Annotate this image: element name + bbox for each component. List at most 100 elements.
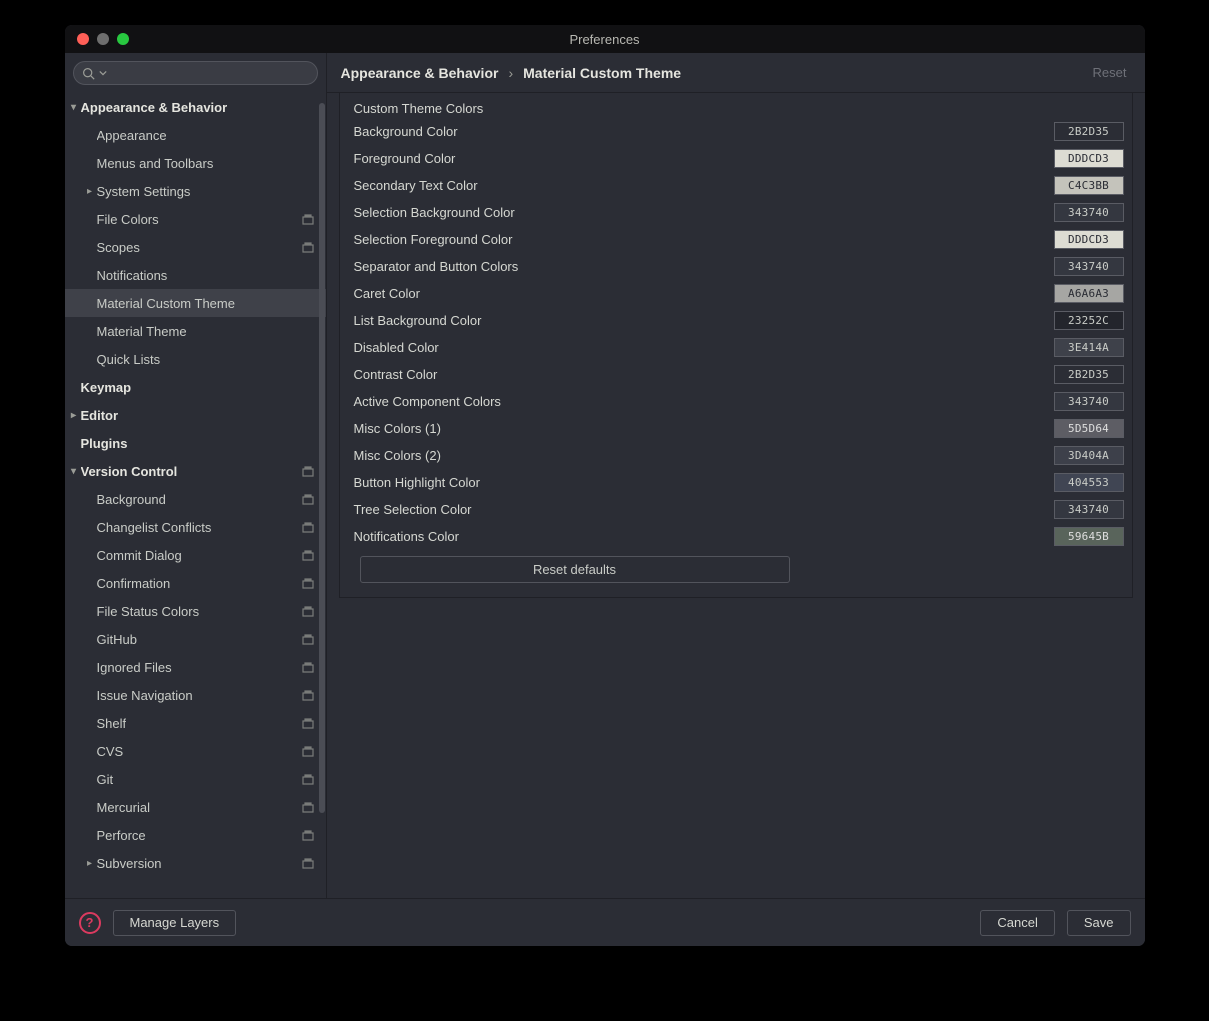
setting-label: Tree Selection Color xyxy=(354,502,472,517)
chevron-right-icon[interactable]: ▸ xyxy=(83,858,97,869)
project-icon xyxy=(300,211,316,227)
project-icon xyxy=(300,239,316,255)
zoom-icon[interactable] xyxy=(117,33,129,45)
color-swatch[interactable]: 3E414A xyxy=(1054,338,1124,357)
sidebar-item[interactable]: Scopes xyxy=(65,233,326,261)
chevron-right-icon[interactable]: ▸ xyxy=(83,186,97,197)
project-icon xyxy=(300,715,316,731)
color-swatch[interactable]: 5D5D64 xyxy=(1054,419,1124,438)
sidebar-item-label: Issue Navigation xyxy=(97,688,193,703)
color-swatch[interactable]: 343740 xyxy=(1054,203,1124,222)
color-swatch[interactable]: 2B2D35 xyxy=(1054,365,1124,384)
manage-layers-button[interactable]: Manage Layers xyxy=(113,910,237,936)
sidebar-item-label: Notifications xyxy=(97,268,168,283)
color-setting-row: Secondary Text ColorC4C3BB xyxy=(354,172,1124,199)
sidebar-item-label: Material Theme xyxy=(97,324,187,339)
search-field[interactable] xyxy=(111,66,309,80)
sidebar-item[interactable]: File Status Colors xyxy=(65,597,326,625)
sidebar-item[interactable]: CVS xyxy=(65,737,326,765)
setting-label: Misc Colors (1) xyxy=(354,421,441,436)
sidebar-item[interactable]: Ignored Files xyxy=(65,653,326,681)
sidebar-item[interactable]: Material Custom Theme xyxy=(65,289,326,317)
search-dropdown-icon[interactable] xyxy=(99,69,107,77)
sidebar-item[interactable]: Notifications xyxy=(65,261,326,289)
color-setting-row: Contrast Color 2B2D35 xyxy=(354,361,1124,388)
color-swatch[interactable]: 23252C xyxy=(1054,311,1124,330)
help-icon[interactable]: ? xyxy=(79,912,101,934)
sidebar-item[interactable]: ▾Version Control xyxy=(65,457,326,485)
sidebar-item-label: Background xyxy=(97,492,166,507)
setting-label: Background Color xyxy=(354,124,458,139)
section-header: Custom Theme Colors xyxy=(354,99,1124,118)
sidebar-item[interactable]: GitHub xyxy=(65,625,326,653)
sidebar-item-label: Confirmation xyxy=(97,576,171,591)
color-swatch[interactable]: A6A6A3 xyxy=(1054,284,1124,303)
project-icon xyxy=(300,659,316,675)
window-title: Preferences xyxy=(65,32,1145,47)
breadcrumb-root[interactable]: Appearance & Behavior xyxy=(341,65,499,81)
chevron-down-icon[interactable]: ▾ xyxy=(67,102,81,113)
sidebar-item[interactable]: Changelist Conflicts xyxy=(65,513,326,541)
color-setting-row: Selection Foreground ColorDDDCD3 xyxy=(354,226,1124,253)
color-swatch[interactable]: 343740 xyxy=(1054,500,1124,519)
settings-tree: ▾Appearance & BehaviorAppearanceMenus an… xyxy=(65,91,326,898)
sidebar-item[interactable]: Issue Navigation xyxy=(65,681,326,709)
reset-defaults-button[interactable]: Reset defaults xyxy=(360,556,790,583)
color-setting-row: Misc Colors (1) 5D5D64 xyxy=(354,415,1124,442)
chevron-down-icon[interactable]: ▾ xyxy=(67,466,81,477)
sidebar-item[interactable]: Quick Lists xyxy=(65,345,326,373)
color-swatch[interactable]: 404553 xyxy=(1054,473,1124,492)
sidebar-item[interactable]: Keymap xyxy=(65,373,326,401)
setting-label: List Background Color xyxy=(354,313,482,328)
color-swatch[interactable]: C4C3BB xyxy=(1054,176,1124,195)
sidebar-item[interactable]: ▸System Settings xyxy=(65,177,326,205)
sidebar-item[interactable]: Perforce xyxy=(65,821,326,849)
reset-link[interactable]: Reset xyxy=(1093,65,1127,80)
project-icon xyxy=(300,463,316,479)
sidebar-item[interactable]: Material Theme xyxy=(65,317,326,345)
sidebar-item-label: Plugins xyxy=(81,436,128,451)
color-swatch[interactable]: DDDCD3 xyxy=(1054,230,1124,249)
cancel-button[interactable]: Cancel xyxy=(980,910,1054,936)
sidebar-item[interactable]: Menus and Toolbars xyxy=(65,149,326,177)
sidebar-item[interactable]: Mercurial xyxy=(65,793,326,821)
sidebar-item[interactable]: Commit Dialog xyxy=(65,541,326,569)
search-input[interactable] xyxy=(73,61,318,85)
close-icon[interactable] xyxy=(77,33,89,45)
chevron-right-icon[interactable]: ▸ xyxy=(67,410,81,421)
sidebar-item[interactable]: Confirmation xyxy=(65,569,326,597)
color-setting-row: Button Highlight Color404553 xyxy=(354,469,1124,496)
sidebar-item[interactable]: Appearance xyxy=(65,121,326,149)
breadcrumb-leaf: Material Custom Theme xyxy=(523,65,681,81)
project-icon xyxy=(300,575,316,591)
sidebar-item[interactable]: Background xyxy=(65,485,326,513)
color-swatch[interactable]: 3D404A xyxy=(1054,446,1124,465)
sidebar-item[interactable]: ▸Subversion xyxy=(65,849,326,877)
sidebar-item[interactable]: ▸Editor xyxy=(65,401,326,429)
sidebar-item[interactable]: ▾Appearance & Behavior xyxy=(65,93,326,121)
minimize-icon[interactable] xyxy=(97,33,109,45)
sidebar-item[interactable]: Git xyxy=(65,765,326,793)
sidebar-item-label: Changelist Conflicts xyxy=(97,520,212,535)
setting-label: Contrast Color xyxy=(354,367,438,382)
search-icon xyxy=(82,67,95,80)
sidebar-item-label: System Settings xyxy=(97,184,191,199)
sidebar-item[interactable]: Shelf xyxy=(65,709,326,737)
save-button[interactable]: Save xyxy=(1067,910,1131,936)
color-setting-row: Misc Colors (2)3D404A xyxy=(354,442,1124,469)
color-swatch[interactable]: DDDCD3 xyxy=(1054,149,1124,168)
color-swatch[interactable]: 59645B xyxy=(1054,527,1124,546)
project-icon xyxy=(300,687,316,703)
sidebar-item-label: Quick Lists xyxy=(97,352,161,367)
sidebar-item[interactable]: File Colors xyxy=(65,205,326,233)
setting-label: Foreground Color xyxy=(354,151,456,166)
titlebar: Preferences xyxy=(65,25,1145,53)
color-swatch[interactable]: 343740 xyxy=(1054,392,1124,411)
sidebar-item[interactable]: Plugins xyxy=(65,429,326,457)
color-swatch[interactable]: 343740 xyxy=(1054,257,1124,276)
setting-label: Selection Background Color xyxy=(354,205,515,220)
scrollbar[interactable] xyxy=(319,103,325,813)
sidebar-item-label: Ignored Files xyxy=(97,660,172,675)
color-swatch[interactable]: 2B2D35 xyxy=(1054,122,1124,141)
color-setting-row: Separator and Button Colors343740 xyxy=(354,253,1124,280)
